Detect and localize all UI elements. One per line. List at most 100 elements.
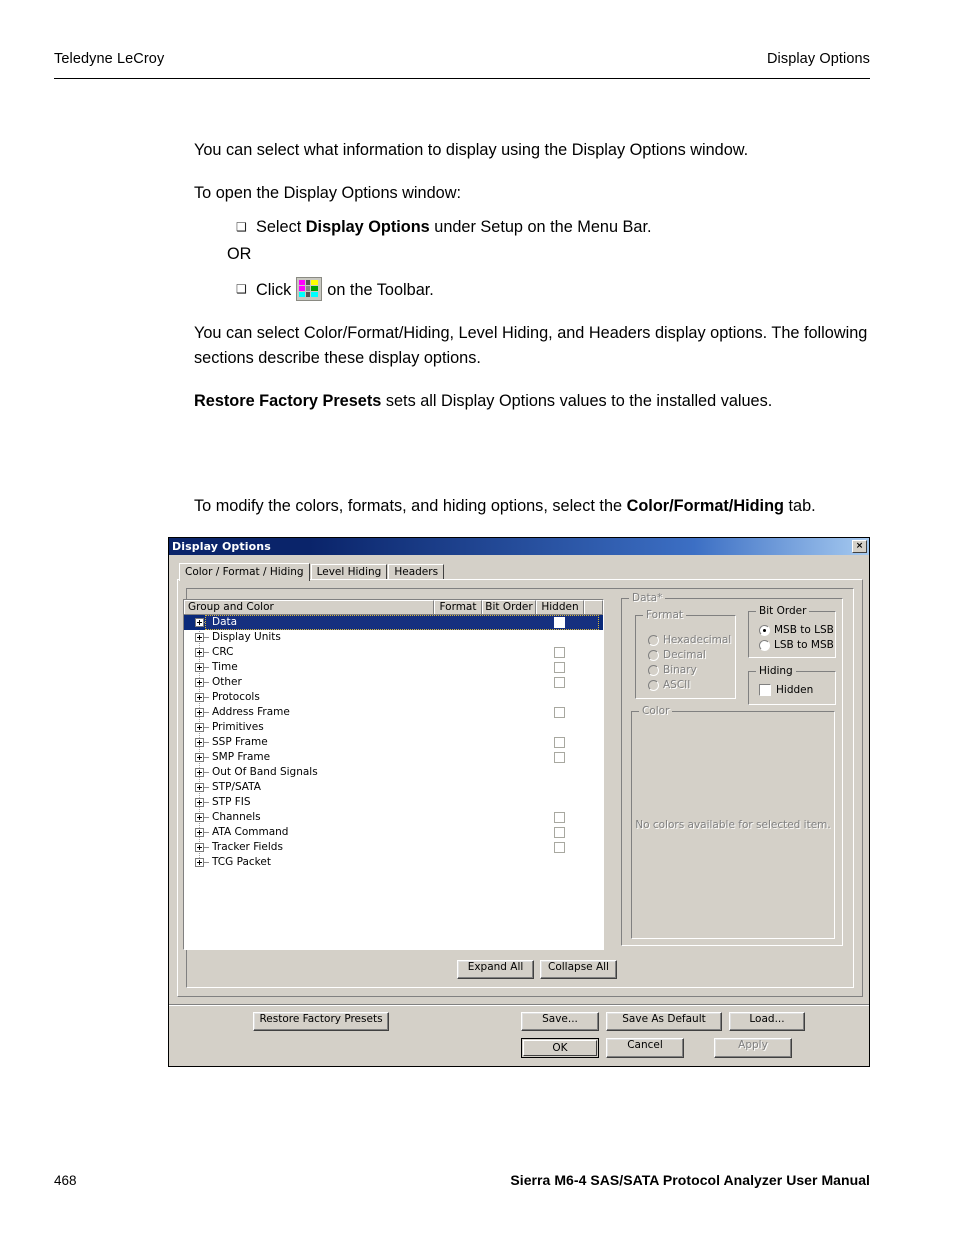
dialog-titlebar[interactable]: Display Options ×	[169, 538, 869, 555]
radio-decimal-icon	[648, 649, 659, 661]
expand-plus-icon[interactable]	[195, 843, 204, 852]
expand-plus-icon[interactable]	[195, 723, 204, 732]
tree-row[interactable]: STP/SATA	[184, 780, 603, 795]
restore-factory-presets-button[interactable]: Restore Factory Presets	[253, 1012, 389, 1031]
or-separator: OR	[227, 245, 252, 263]
expand-plus-icon[interactable]	[195, 828, 204, 837]
tree-row[interactable]: Other	[184, 675, 603, 690]
group-and-color-tree[interactable]: Group and Color Format Bit Order Hidden …	[183, 599, 604, 950]
tree-row-hidden-checkbox[interactable]	[554, 617, 565, 628]
expand-plus-icon[interactable]	[195, 633, 204, 642]
format-group-caption: Format	[643, 610, 687, 621]
expand-plus-icon[interactable]	[195, 618, 204, 627]
radio-decimal-label: Decimal	[663, 649, 706, 661]
tree-row[interactable]: SMP Frame	[184, 750, 603, 765]
color-empty-message: No colors available for selected item.	[635, 819, 831, 831]
tree-row-hidden-checkbox[interactable]	[554, 812, 565, 823]
tree-connector-line	[204, 847, 209, 848]
tab-headers[interactable]: Headers	[388, 564, 445, 580]
expand-plus-icon[interactable]	[195, 813, 204, 822]
tree-row-hidden-checkbox[interactable]	[554, 662, 565, 673]
tree-row[interactable]: Out Of Band Signals	[184, 765, 603, 780]
tree-row[interactable]: Address Frame	[184, 705, 603, 720]
hidden-checkbox-icon[interactable]	[759, 684, 771, 696]
radio-lsb-to-msb[interactable]: LSB to MSB	[759, 639, 834, 651]
tree-row[interactable]: Tracker Fields	[184, 840, 603, 855]
page-footer: 468 Sierra M6-4 SAS/SATA Protocol Analyz…	[54, 1172, 870, 1188]
tree-row-label: SMP Frame	[212, 751, 271, 763]
radio-decimal[interactable]: Decimal	[648, 649, 706, 661]
tree-row[interactable]: Protocols	[184, 690, 603, 705]
collapse-all-button[interactable]: Collapse All	[540, 960, 617, 979]
expand-plus-icon[interactable]	[195, 858, 204, 867]
tree-connector-line	[204, 757, 209, 758]
tree-row-hidden-checkbox[interactable]	[554, 842, 565, 853]
bullet-item-menu: ❑ Select Display Options under Setup on …	[194, 215, 884, 240]
tree-row[interactable]: SSP Frame	[184, 735, 603, 750]
column-header-spacer[interactable]	[584, 600, 603, 614]
bottom-divider	[169, 1004, 869, 1006]
expand-plus-icon[interactable]	[195, 783, 204, 792]
tree-row[interactable]: Display Units	[184, 630, 603, 645]
tree-row[interactable]: Time	[184, 660, 603, 675]
tree-row[interactable]: Channels	[184, 810, 603, 825]
expand-plus-icon[interactable]	[195, 798, 204, 807]
tree-row-label: Protocols	[212, 691, 260, 703]
page-number: 468	[54, 1173, 77, 1188]
tree-row[interactable]: Primitives	[184, 720, 603, 735]
format-group: Format Hexadecimal Decimal Binary ASCII	[635, 610, 736, 699]
bullet1-pre: Select	[256, 218, 306, 236]
tree-row-label: Time	[212, 661, 238, 673]
tree-connector-line	[204, 832, 209, 833]
tree-row-label: Tracker Fields	[212, 841, 283, 853]
tree-row[interactable]: TCG Packet	[184, 855, 603, 870]
intro-prose: You can select what information to displ…	[194, 138, 884, 432]
tree-row-hidden-checkbox[interactable]	[554, 827, 565, 838]
tree-row[interactable]: CRC	[184, 645, 603, 660]
tree-row-hidden-checkbox[interactable]	[554, 647, 565, 658]
radio-binary[interactable]: Binary	[648, 664, 697, 676]
tree-row[interactable]: Data	[184, 615, 603, 630]
tree-row[interactable]: STP FIS	[184, 795, 603, 810]
radio-binary-icon	[648, 664, 659, 676]
cancel-button[interactable]: Cancel	[606, 1038, 684, 1058]
paragraph-5-post: tab.	[783, 497, 816, 516]
tree-row-hidden-checkbox[interactable]	[554, 677, 565, 688]
tree-row[interactable]: ATA Command	[184, 825, 603, 840]
save-button[interactable]: Save...	[521, 1012, 599, 1031]
column-header-bit-order[interactable]: Bit Order	[482, 600, 536, 614]
ok-button[interactable]: OK	[521, 1038, 599, 1058]
expand-plus-icon[interactable]	[195, 708, 204, 717]
tab-level-hiding[interactable]: Level Hiding	[310, 564, 388, 580]
tab-color-format-hiding[interactable]: Color / Format / Hiding	[179, 563, 310, 581]
expand-plus-icon[interactable]	[195, 693, 204, 702]
tree-row-label: SSP Frame	[212, 736, 268, 748]
radio-ascii[interactable]: ASCII	[648, 679, 690, 691]
expand-plus-icon[interactable]	[195, 663, 204, 672]
hidden-checkbox-row[interactable]: Hidden	[759, 684, 813, 696]
expand-plus-icon[interactable]	[195, 678, 204, 687]
tree-row-hidden-checkbox[interactable]	[554, 752, 565, 763]
tree-row-hidden-checkbox[interactable]	[554, 737, 565, 748]
radio-msb-to-lsb[interactable]: MSB to LSB	[759, 624, 834, 636]
tabstrip: Color / Format / Hiding Level Hiding Hea…	[179, 563, 445, 581]
tree-row-hidden-checkbox[interactable]	[554, 707, 565, 718]
column-header-format[interactable]: Format	[434, 600, 482, 614]
column-header-group-and-color[interactable]: Group and Color	[184, 600, 434, 614]
expand-all-button[interactable]: Expand All	[457, 960, 534, 979]
close-icon[interactable]: ×	[852, 540, 867, 553]
column-header-hidden[interactable]: Hidden	[536, 600, 584, 614]
expand-plus-icon[interactable]	[195, 768, 204, 777]
radio-binary-label: Binary	[663, 664, 697, 676]
save-as-default-button[interactable]: Save As Default	[606, 1012, 722, 1031]
tree-connector-line	[204, 802, 209, 803]
tree-row-label: CRC	[212, 646, 234, 658]
tree-row-label: TCG Packet	[212, 856, 271, 868]
load-button[interactable]: Load...	[729, 1012, 805, 1031]
radio-hexadecimal[interactable]: Hexadecimal	[648, 634, 731, 646]
expand-plus-icon[interactable]	[195, 738, 204, 747]
data-properties-group: Data* Format Hexadecimal Decimal Binary …	[621, 593, 843, 946]
expand-plus-icon[interactable]	[195, 648, 204, 657]
header-company: Teledyne LeCroy	[54, 51, 165, 67]
expand-plus-icon[interactable]	[195, 753, 204, 762]
